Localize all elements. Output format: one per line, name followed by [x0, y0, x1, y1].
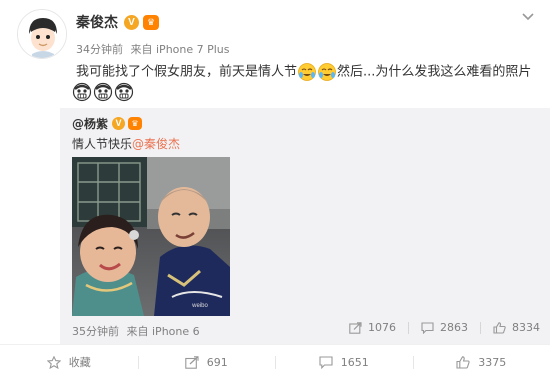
repost-icon	[349, 321, 362, 334]
post-text-part2: 然后...为什么发我这么难看的照片	[337, 64, 532, 80]
repost-icon	[185, 355, 199, 369]
repost-author-row: @杨紫 V ♛	[72, 114, 143, 132]
mention-link[interactable]: @秦俊杰	[132, 137, 180, 151]
crying-laughing-emoji	[318, 63, 336, 81]
weibo-post: 秦俊杰 V ♛ 34分钟前 来自 iPhone 7 Plus 我可能找了个假女朋…	[0, 0, 550, 379]
star-icon	[46, 355, 61, 369]
repost-likes-count: 8334	[512, 321, 540, 334]
post-meta: 34分钟前 来自 iPhone 7 Plus	[76, 41, 230, 57]
repost-source-device: iPhone 6	[152, 325, 200, 338]
repost-likes[interactable]: 8334	[493, 321, 540, 334]
repost-author-name[interactable]: @杨紫	[72, 115, 108, 132]
author-name[interactable]: 秦俊杰	[76, 12, 118, 32]
comment-icon	[421, 321, 434, 334]
svg-text:weibo: weibo	[191, 303, 208, 309]
favorite-button[interactable]: 收藏	[0, 345, 138, 379]
repost-count: 691	[206, 355, 228, 369]
repost-text-body: 情人节快乐	[72, 137, 133, 151]
like-icon	[493, 321, 506, 334]
comment-button[interactable]: 1651	[275, 345, 413, 379]
repost-reposts-count: 1076	[368, 321, 396, 334]
comment-count: 1651	[340, 355, 369, 369]
repost-card[interactable]: @杨紫 V ♛ 情人节快乐@秦俊杰 weibo 35分钟前 来自 iPhone …	[60, 108, 550, 344]
repost-stats: 1076 2863 8334	[349, 321, 550, 334]
source-prefix: 来自	[130, 43, 153, 56]
post-text-part1: 我可能找了个假女朋友，前天是情人节	[76, 64, 298, 80]
verified-badge-icon: V	[112, 116, 126, 130]
verified-badge-icon: V	[124, 14, 139, 30]
repost-reposts[interactable]: 1076	[349, 321, 396, 334]
grimace-emoji	[72, 82, 92, 102]
avatar[interactable]	[17, 9, 67, 59]
emoji-row	[72, 82, 135, 102]
repost-meta: 35分钟前 来自 iPhone 6	[72, 323, 200, 339]
post-time[interactable]: 34分钟前	[76, 43, 123, 56]
selfie-photo: weibo	[72, 157, 230, 316]
comment-icon	[319, 355, 333, 369]
like-icon	[456, 355, 470, 369]
repost-text: 情人节快乐@秦俊杰	[72, 135, 180, 152]
source-device: iPhone 7 Plus	[156, 43, 230, 56]
post-text: 我可能找了个假女朋友，前天是情人节 然后...为什么发我这么难看的照片	[76, 62, 536, 82]
repost-source-prefix: 来自	[126, 325, 149, 338]
avatar-cartoon-icon	[18, 10, 66, 58]
vip-member-icon[interactable]: ♛	[143, 14, 159, 30]
action-toolbar: 收藏 691 1651 3375	[0, 344, 550, 379]
repost-time[interactable]: 35分钟前	[72, 325, 119, 338]
grimace-emoji	[114, 82, 134, 102]
divider	[408, 321, 409, 334]
repost-comments-count: 2863	[440, 321, 468, 334]
divider	[480, 321, 481, 334]
repost-comments[interactable]: 2863	[421, 321, 468, 334]
vip-member-icon[interactable]: ♛	[128, 116, 143, 130]
chevron-down-icon[interactable]	[522, 12, 534, 22]
crying-laughing-emoji	[298, 63, 316, 81]
author-row: 秦俊杰 V ♛	[76, 12, 159, 32]
like-button[interactable]: 3375	[412, 345, 550, 379]
repost-button[interactable]: 691	[137, 345, 276, 379]
favorite-label: 收藏	[68, 356, 91, 369]
repost-photo[interactable]: weibo	[72, 157, 230, 316]
grimace-emoji	[93, 82, 113, 102]
like-count: 3375	[478, 355, 507, 369]
